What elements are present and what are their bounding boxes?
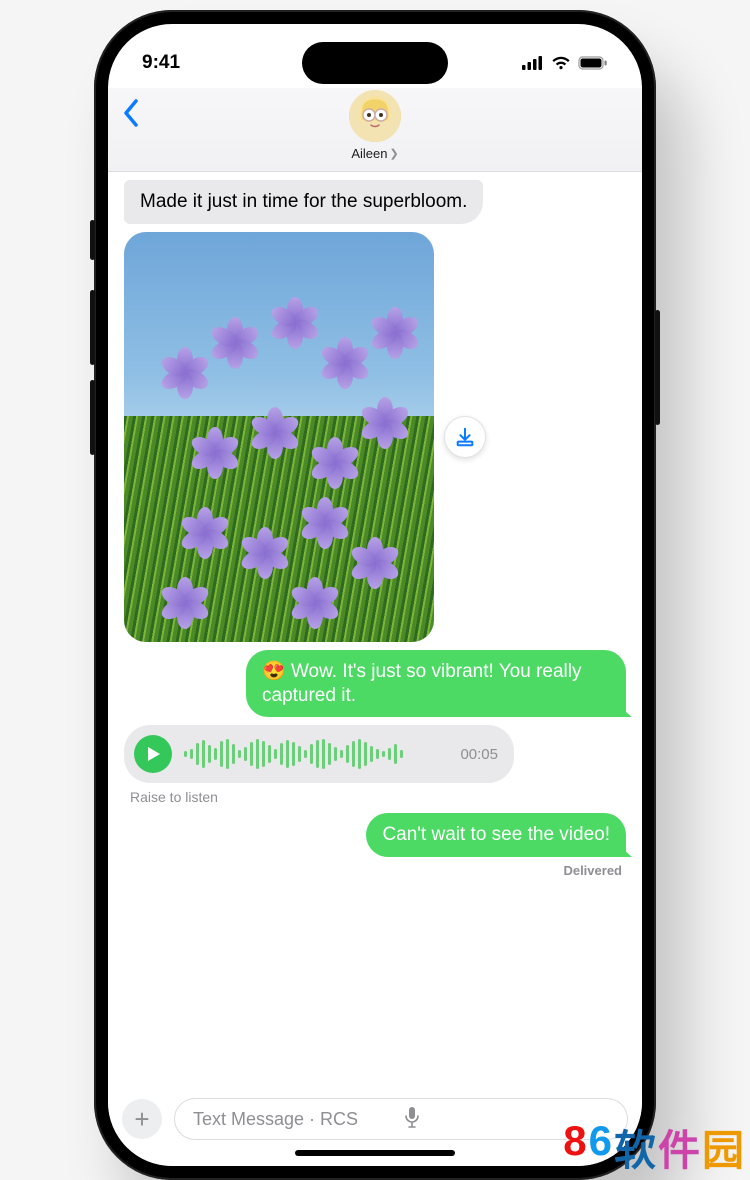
photo-attachment[interactable] [124,232,434,642]
play-button[interactable] [134,735,172,773]
message-out: 😍 Wow. It's just so vibrant! You really … [124,650,626,718]
conversation-scroll[interactable]: Made it just in time for the superbloom.… [108,172,642,1086]
audio-message[interactable]: 00:05 [124,725,514,783]
volume-up [90,290,95,365]
message-in: Made it just in time for the superbloom. [124,180,626,224]
message-in-audio: 00:05 [124,725,626,783]
message-input[interactable]: Text Message · RCS [174,1098,628,1140]
screen: 9:41 [108,24,642,1166]
back-button[interactable] [122,98,140,133]
iphone-frame: 9:41 [94,10,656,1180]
message-bubble[interactable]: 😍 Wow. It's just so vibrant! You really … [246,650,626,718]
dynamic-island [302,42,448,84]
emoji-heart-eyes: 😍 [262,661,286,682]
download-button[interactable] [444,416,486,458]
message-bubble[interactable]: Can't wait to see the video! [366,813,626,857]
home-indicator[interactable] [295,1150,455,1156]
message-out: Can't wait to see the video! [124,813,626,857]
power-button [655,310,660,425]
conversation-header: Aileen ❯ [108,88,642,172]
cellular-icon [522,56,544,70]
watermark: 8 6 软 件 园 [563,1117,746,1178]
audio-duration: 00:05 [460,746,498,763]
wifi-icon [551,56,571,70]
message-bubble[interactable]: Made it just in time for the superbloom. [124,180,483,224]
mute-switch [90,220,95,260]
audio-waveform [184,737,448,771]
contact-avatar[interactable] [349,90,401,142]
delivered-status: Delivered [124,863,622,878]
contact-name-row[interactable]: Aileen ❯ [351,146,398,161]
chevron-right-icon: ❯ [389,147,398,160]
volume-down [90,380,95,455]
battery-icon [578,56,608,70]
message-in-photo [124,232,626,642]
add-attachment-button[interactable]: + [122,1099,162,1139]
message-placeholder: Text Message · RCS [193,1109,404,1130]
raise-to-listen-hint: Raise to listen [130,789,626,805]
status-time: 9:41 [142,52,180,74]
contact-name: Aileen [351,146,387,161]
